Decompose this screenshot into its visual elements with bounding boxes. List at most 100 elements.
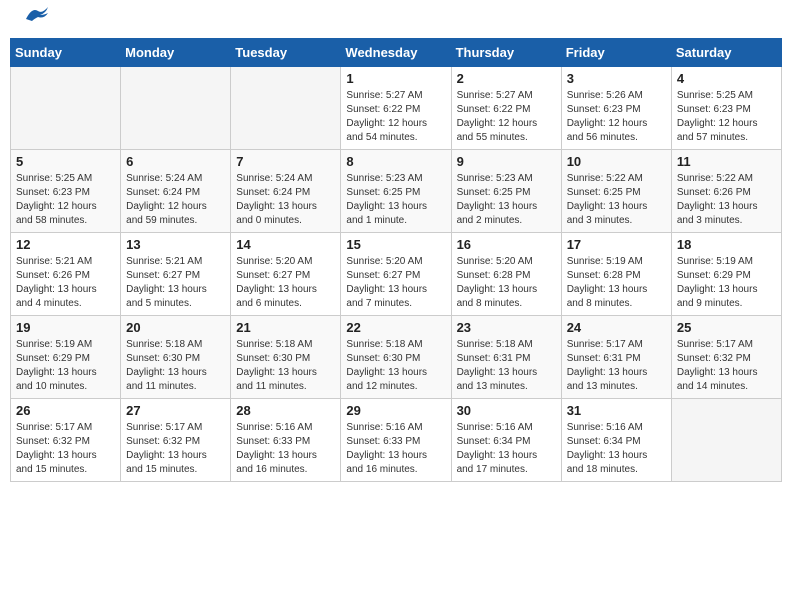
day-number: 27 xyxy=(126,403,225,418)
day-header-saturday: Saturday xyxy=(671,39,781,67)
day-info: Sunrise: 5:17 AM Sunset: 6:32 PM Dayligh… xyxy=(677,338,776,394)
day-number: 5 xyxy=(16,154,115,169)
page-header xyxy=(10,10,782,28)
day-number: 30 xyxy=(457,403,556,418)
calendar-cell: 3 Sunrise: 5:26 AM Sunset: 6:23 PM Daylig… xyxy=(561,67,671,150)
calendar-week-3: 12 Sunrise: 5:21 AM Sunset: 6:26 PM Dayli… xyxy=(11,233,782,316)
day-number: 21 xyxy=(236,320,335,335)
day-info: Sunrise: 5:17 AM Sunset: 6:31 PM Dayligh… xyxy=(567,338,666,394)
calendar-cell: 6Sunrise: 5:24 AM Sunset: 6:24 PM Daylig… xyxy=(121,150,231,233)
day-number: 24 xyxy=(567,320,666,335)
calendar-body: 1 Sunrise: 5:27 AM Sunset: 6:22 PM Daylig… xyxy=(11,67,782,482)
day-number: 13 xyxy=(126,237,225,252)
day-info: Sunrise: 5:17 AM Sunset: 6:32 PM Dayligh… xyxy=(16,421,115,477)
day-info: Sunrise: 5:20 AM Sunset: 6:27 PM Dayligh… xyxy=(236,255,335,311)
day-header-wednesday: Wednesday xyxy=(341,39,451,67)
calendar-cell: 31 Sunrise: 5:16 AM Sunset: 6:34 PM Dayli… xyxy=(561,399,671,482)
calendar-cell: 7 Sunrise: 5:24 AM Sunset: 6:24 PM Daylig… xyxy=(231,150,341,233)
day-info: Sunrise: 5:18 AM Sunset: 6:30 PM Dayligh… xyxy=(346,338,445,394)
calendar-cell: 2 Sunrise: 5:27 AM Sunset: 6:22 PM Daylig… xyxy=(451,67,561,150)
day-number: 20 xyxy=(126,320,225,335)
calendar-cell: 11 Sunrise: 5:22 AM Sunset: 6:26 PM Dayli… xyxy=(671,150,781,233)
day-number: 9 xyxy=(457,154,556,169)
calendar-cell: 13 Sunrise: 5:21 AM Sunset: 6:27 PM Dayli… xyxy=(121,233,231,316)
calendar-header: SundayMondayTuesdayWednesdayThursdayFrid… xyxy=(11,39,782,67)
day-number: 11 xyxy=(677,154,776,169)
calendar-cell xyxy=(231,67,341,150)
day-header-sunday: Sunday xyxy=(11,39,121,67)
calendar-cell: 1Sunrise: 5:27 AM Sunset: 6:22 PM Daylig… xyxy=(341,67,451,150)
day-info: Sunrise: 5:21 AM Sunset: 6:26 PM Dayligh… xyxy=(16,255,115,311)
day-info: Sunrise: 5:19 AM Sunset: 6:29 PM Dayligh… xyxy=(677,255,776,311)
calendar-cell: 15Sunrise: 5:20 AM Sunset: 6:27 PM Dayli… xyxy=(341,233,451,316)
calendar-cell: 30 Sunrise: 5:16 AM Sunset: 6:34 PM Dayli… xyxy=(451,399,561,482)
day-info: Sunrise: 5:23 AM Sunset: 6:25 PM Dayligh… xyxy=(346,172,445,228)
day-info: Sunrise: 5:18 AM Sunset: 6:30 PM Dayligh… xyxy=(126,338,225,394)
calendar-cell: 28 Sunrise: 5:16 AM Sunset: 6:33 PM Dayli… xyxy=(231,399,341,482)
day-number: 2 xyxy=(457,71,556,86)
day-info: Sunrise: 5:25 AM Sunset: 6:23 PM Dayligh… xyxy=(16,172,115,228)
day-number: 26 xyxy=(16,403,115,418)
calendar-cell: 18 Sunrise: 5:19 AM Sunset: 6:29 PM Dayli… xyxy=(671,233,781,316)
calendar-cell xyxy=(11,67,121,150)
day-info: Sunrise: 5:27 AM Sunset: 6:22 PM Dayligh… xyxy=(457,89,556,145)
day-info: Sunrise: 5:16 AM Sunset: 6:34 PM Dayligh… xyxy=(457,421,556,477)
day-info: Sunrise: 5:24 AM Sunset: 6:24 PM Dayligh… xyxy=(236,172,335,228)
day-number: 29 xyxy=(346,403,445,418)
day-number: 23 xyxy=(457,320,556,335)
calendar-cell: 10 Sunrise: 5:22 AM Sunset: 6:25 PM Dayli… xyxy=(561,150,671,233)
logo xyxy=(20,15,52,23)
calendar-cell: 29 Sunrise: 5:16 AM Sunset: 6:33 PM Dayli… xyxy=(341,399,451,482)
day-number: 3 xyxy=(567,71,666,86)
day-number: 16 xyxy=(457,237,556,252)
calendar-table: SundayMondayTuesdayWednesdayThursdayFrid… xyxy=(10,38,782,482)
day-number: 14 xyxy=(236,237,335,252)
day-number: 17 xyxy=(567,237,666,252)
day-number: 4 xyxy=(677,71,776,86)
day-info: Sunrise: 5:22 AM Sunset: 6:25 PM Dayligh… xyxy=(567,172,666,228)
day-header-thursday: Thursday xyxy=(451,39,561,67)
days-of-week-row: SundayMondayTuesdayWednesdayThursdayFrid… xyxy=(11,39,782,67)
calendar-cell: 24 Sunrise: 5:17 AM Sunset: 6:31 PM Dayli… xyxy=(561,316,671,399)
day-header-monday: Monday xyxy=(121,39,231,67)
calendar-cell: 8Sunrise: 5:23 AM Sunset: 6:25 PM Daylig… xyxy=(341,150,451,233)
day-info: Sunrise: 5:18 AM Sunset: 6:31 PM Dayligh… xyxy=(457,338,556,394)
day-info: Sunrise: 5:19 AM Sunset: 6:29 PM Dayligh… xyxy=(16,338,115,394)
day-number: 12 xyxy=(16,237,115,252)
calendar-cell: 14 Sunrise: 5:20 AM Sunset: 6:27 PM Dayli… xyxy=(231,233,341,316)
day-info: Sunrise: 5:19 AM Sunset: 6:28 PM Dayligh… xyxy=(567,255,666,311)
calendar-cell: 17 Sunrise: 5:19 AM Sunset: 6:28 PM Dayli… xyxy=(561,233,671,316)
calendar-cell: 16Sunrise: 5:20 AM Sunset: 6:28 PM Dayli… xyxy=(451,233,561,316)
day-info: Sunrise: 5:16 AM Sunset: 6:33 PM Dayligh… xyxy=(236,421,335,477)
calendar-week-4: 19 Sunrise: 5:19 AM Sunset: 6:29 PM Dayli… xyxy=(11,316,782,399)
day-info: Sunrise: 5:16 AM Sunset: 6:34 PM Dayligh… xyxy=(567,421,666,477)
day-info: Sunrise: 5:16 AM Sunset: 6:33 PM Dayligh… xyxy=(346,421,445,477)
day-info: Sunrise: 5:17 AM Sunset: 6:32 PM Dayligh… xyxy=(126,421,225,477)
calendar-cell: 23 Sunrise: 5:18 AM Sunset: 6:31 PM Dayli… xyxy=(451,316,561,399)
calendar-cell xyxy=(121,67,231,150)
day-info: Sunrise: 5:22 AM Sunset: 6:26 PM Dayligh… xyxy=(677,172,776,228)
day-number: 28 xyxy=(236,403,335,418)
day-number: 31 xyxy=(567,403,666,418)
day-number: 7 xyxy=(236,154,335,169)
calendar-week-2: 5 Sunrise: 5:25 AM Sunset: 6:23 PM Daylig… xyxy=(11,150,782,233)
day-info: Sunrise: 5:26 AM Sunset: 6:23 PM Dayligh… xyxy=(567,89,666,145)
day-number: 22 xyxy=(346,320,445,335)
calendar-cell: 19 Sunrise: 5:19 AM Sunset: 6:29 PM Dayli… xyxy=(11,316,121,399)
calendar-cell: 9Sunrise: 5:23 AM Sunset: 6:25 PM Daylig… xyxy=(451,150,561,233)
calendar-week-5: 26 Sunrise: 5:17 AM Sunset: 6:32 PM Dayli… xyxy=(11,399,782,482)
calendar-week-1: 1 Sunrise: 5:27 AM Sunset: 6:22 PM Daylig… xyxy=(11,67,782,150)
day-number: 10 xyxy=(567,154,666,169)
day-info: Sunrise: 5:21 AM Sunset: 6:27 PM Dayligh… xyxy=(126,255,225,311)
calendar-cell: 21Sunrise: 5:18 AM Sunset: 6:30 PM Dayli… xyxy=(231,316,341,399)
calendar-cell: 12 Sunrise: 5:21 AM Sunset: 6:26 PM Dayli… xyxy=(11,233,121,316)
day-number: 18 xyxy=(677,237,776,252)
day-number: 1 xyxy=(346,71,445,86)
calendar-cell: 5 Sunrise: 5:25 AM Sunset: 6:23 PM Daylig… xyxy=(11,150,121,233)
calendar-cell: 4Sunrise: 5:25 AM Sunset: 6:23 PM Daylig… xyxy=(671,67,781,150)
calendar-cell: 25Sunrise: 5:17 AM Sunset: 6:32 PM Dayli… xyxy=(671,316,781,399)
calendar-cell: 27 Sunrise: 5:17 AM Sunset: 6:32 PM Dayli… xyxy=(121,399,231,482)
calendar-cell xyxy=(671,399,781,482)
day-number: 19 xyxy=(16,320,115,335)
day-number: 6 xyxy=(126,154,225,169)
